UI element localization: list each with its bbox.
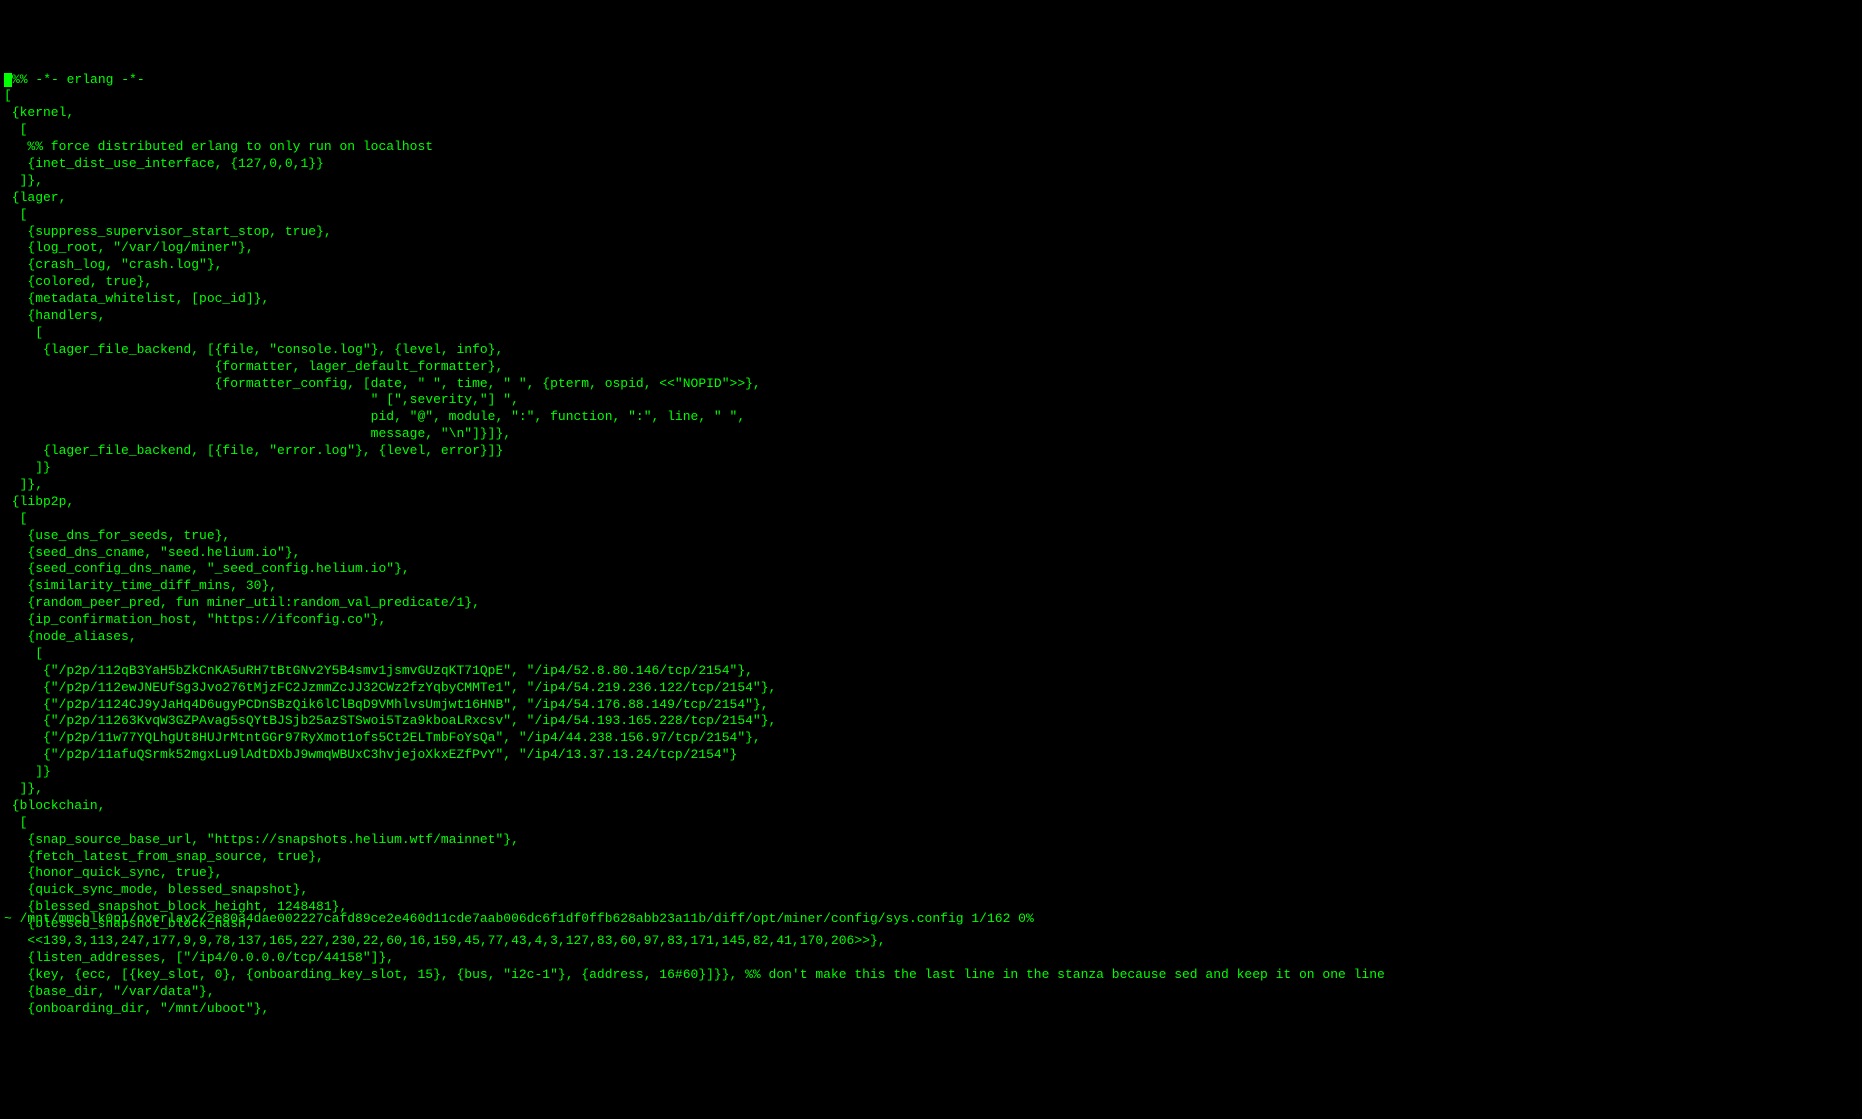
line-12: {colored, true}, <box>4 274 152 289</box>
line-0: %% -*- erlang -*- <box>12 72 145 87</box>
line-8: [ <box>4 207 27 222</box>
line-39: {"/p2p/11w77YQLhgUt8HUJrMtntGGr97RyXmot1… <box>4 730 761 745</box>
line-11: {crash_log, "crash.log"}, <box>4 257 222 272</box>
line-3: [ <box>4 122 27 137</box>
line-52: {listen_addresses, ["/ip4/0.0.0.0/tcp/44… <box>4 950 394 965</box>
line-38: {"/p2p/11263KvqW3GZPAvag5sQYtBJSjb25azST… <box>4 713 776 728</box>
line-14: {handlers, <box>4 308 105 323</box>
editor-content[interactable]: %% -*- erlang -*- [ {kernel, [ %% force … <box>4 72 1858 1018</box>
line-10: {log_root, "/var/log/miner"}, <box>4 240 254 255</box>
cursor <box>4 73 12 87</box>
line-46: {fetch_latest_from_snap_source, true}, <box>4 849 324 864</box>
line-34: [ <box>4 646 43 661</box>
line-15: [ <box>4 325 43 340</box>
status-line: ~ /mnt/mmcblk0p1/overlay2/2e8034dae00222… <box>4 911 1034 928</box>
line-20: pid, "@", module, ":", function, ":", li… <box>4 409 745 424</box>
line-24: ]}, <box>4 477 43 492</box>
line-28: {seed_dns_cname, "seed.helium.io"}, <box>4 545 300 560</box>
line-40: {"/p2p/11afuQSrmk52mgxLu9lAdtDXbJ9wmqWBU… <box>4 747 737 762</box>
line-22: {lager_file_backend, [{file, "error.log"… <box>4 443 503 458</box>
line-30: {similarity_time_diff_mins, 30}, <box>4 578 277 593</box>
line-26: [ <box>4 511 27 526</box>
line-29: {seed_config_dns_name, "_seed_config.hel… <box>4 561 410 576</box>
line-7: {lager, <box>4 190 66 205</box>
line-18: {formatter_config, [date, " ", time, " "… <box>4 376 761 391</box>
line-23: ]} <box>4 460 51 475</box>
line-21: message, "\n"]}]}, <box>4 426 511 441</box>
line-13: {metadata_whitelist, [poc_id]}, <box>4 291 269 306</box>
line-31: {random_peer_pred, fun miner_util:random… <box>4 595 480 610</box>
line-2: {kernel, <box>4 105 74 120</box>
line-45: {snap_source_base_url, "https://snapshot… <box>4 832 519 847</box>
line-47: {honor_quick_sync, true}, <box>4 865 222 880</box>
line-35: {"/p2p/112qB3YaH5bZkCnKA5uRH7tBtGNv2Y5B4… <box>4 663 753 678</box>
line-4: %% force distributed erlang to only run … <box>4 139 433 154</box>
line-9: {suppress_supervisor_start_stop, true}, <box>4 224 332 239</box>
line-43: {blockchain, <box>4 798 105 813</box>
line-51: <<139,3,113,247,177,9,9,78,137,165,227,2… <box>4 933 886 948</box>
line-41: ]} <box>4 764 51 779</box>
line-27: {use_dns_for_seeds, true}, <box>4 528 230 543</box>
line-33: {node_aliases, <box>4 629 137 644</box>
line-25: {libp2p, <box>4 494 74 509</box>
line-55: {onboarding_dir, "/mnt/uboot"}, <box>4 1001 269 1016</box>
line-42: ]}, <box>4 781 43 796</box>
line-44: [ <box>4 815 27 830</box>
line-37: {"/p2p/1124CJ9yJaHq4D6ugyPCDnSBzQik6lClB… <box>4 697 769 712</box>
line-32: {ip_confirmation_host, "https://ifconfig… <box>4 612 386 627</box>
line-1: [ <box>4 88 12 103</box>
line-53: {key, {ecc, [{key_slot, 0}, {onboarding_… <box>4 967 1385 982</box>
line-36: {"/p2p/112ewJNEUfSg3Jvo276tMjzFC2JzmmZcJ… <box>4 680 776 695</box>
line-48: {quick_sync_mode, blessed_snapshot}, <box>4 882 308 897</box>
line-54: {base_dir, "/var/data"}, <box>4 984 215 999</box>
line-6: ]}, <box>4 173 43 188</box>
line-17: {formatter, lager_default_formatter}, <box>4 359 503 374</box>
line-19: " [",severity,"] ", <box>4 392 519 407</box>
line-5: {inet_dist_use_interface, {127,0,0,1}} <box>4 156 324 171</box>
line-16: {lager_file_backend, [{file, "console.lo… <box>4 342 503 357</box>
